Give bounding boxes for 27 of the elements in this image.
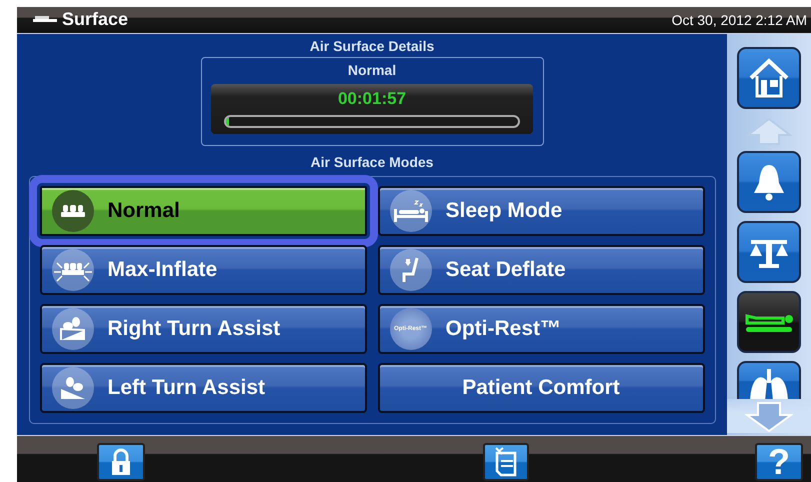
sidebar-button[interactable] — [737, 150, 801, 213]
mode-button[interactable]: Patient Comfort — [378, 362, 704, 413]
date-time: Oct 30, 2012 2:12 AM — [672, 12, 807, 28]
sidebar-button[interactable] — [737, 290, 801, 353]
mattress-icon — [60, 202, 86, 219]
timer-value: 00:01:57 — [338, 88, 406, 109]
section-heading: Air Surface Modes — [310, 154, 434, 171]
sidebar-button[interactable] — [737, 360, 801, 399]
section-heading: Air Surface Details — [310, 38, 434, 55]
mode-button[interactable]: Sleep Mode — [378, 186, 704, 236]
lock-button[interactable] — [97, 443, 145, 482]
sleeping-bed-icon — [392, 198, 428, 223]
bed-icon — [33, 16, 57, 24]
sidebar-button[interactable] — [737, 220, 801, 283]
mode-button[interactable]: Seat Deflate — [378, 244, 704, 295]
mode-button[interactable]: Max-Inflate — [40, 244, 366, 295]
lungs-icon — [747, 366, 791, 399]
home-icon — [747, 56, 791, 100]
mode-button[interactable]: Left Turn Assist — [40, 362, 366, 413]
tilted-bed-icon — [58, 374, 86, 401]
notes-button[interactable] — [483, 443, 529, 482]
current-mode: Normal — [348, 62, 396, 78]
screen-title: Surface — [62, 9, 128, 30]
lock-icon — [110, 448, 132, 476]
mode-button[interactable]: Right Turn Assist — [40, 304, 366, 354]
tilted-bed-icon — [58, 316, 86, 342]
sidebar-button[interactable] — [737, 46, 801, 109]
